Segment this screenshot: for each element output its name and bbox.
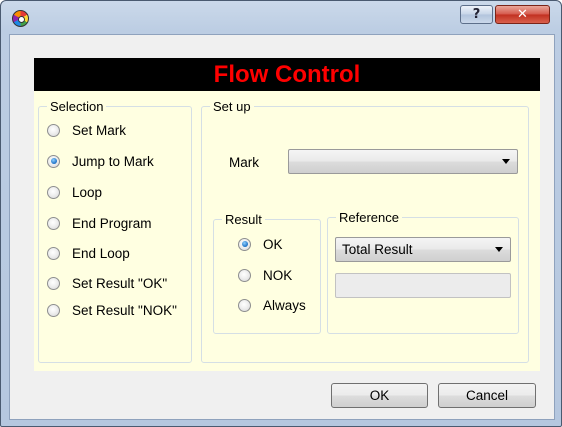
radio-label: NOK [263,267,293,283]
dialog-window: ? ✕ Flow Control Selection Set Mark Jump… [0,0,562,427]
reference-dropdown-value: Total Result [342,242,413,257]
mark-label: Mark [229,155,259,170]
radio-end-program[interactable]: End Program [47,214,152,232]
radio-button[interactable] [47,303,60,317]
title-bar[interactable]: ? ✕ [1,1,561,34]
reference-text-field[interactable] [335,273,511,298]
setup-group: Set up Mark Result OK NOK Always Referen… [201,99,529,363]
radio-label: Set Result "OK" [72,275,168,291]
radio-button[interactable] [47,185,60,199]
reference-group: Reference Total Result [327,210,519,334]
reference-group-title: Reference [336,210,402,225]
selection-group-title: Selection [47,99,107,114]
radio-button[interactable] [238,237,251,251]
result-group: Result OK NOK Always [213,212,321,334]
radio-button[interactable] [47,276,60,290]
selection-group: Selection Set Mark Jump to Mark Loop End… [38,99,192,363]
radio-result-always[interactable]: Always [238,296,306,314]
setup-group-title: Set up [210,99,254,114]
radio-jump-to-mark[interactable]: Jump to Mark [47,152,154,170]
result-group-title: Result [222,212,265,227]
app-icon[interactable] [12,10,29,27]
content-panel: Selection Set Mark Jump to Mark Loop End… [34,91,540,371]
chevron-down-icon [495,247,503,252]
radio-button[interactable] [238,268,251,282]
radio-button[interactable] [238,298,251,312]
help-button[interactable]: ? [460,5,493,24]
client-area: Flow Control Selection Set Mark Jump to … [9,34,555,420]
page-title: Flow Control [34,58,540,91]
close-button[interactable]: ✕ [495,5,550,24]
mark-dropdown[interactable] [288,149,518,174]
radio-button[interactable] [47,154,60,168]
cancel-button[interactable]: Cancel [438,383,536,408]
ok-button[interactable]: OK [331,383,428,408]
radio-label: Set Mark [72,122,127,138]
radio-button[interactable] [47,216,60,230]
radio-result-ok[interactable]: OK [238,235,283,253]
radio-loop[interactable]: Loop [47,183,102,201]
radio-label: OK [263,236,283,252]
radio-label: End Program [72,215,152,231]
radio-set-mark[interactable]: Set Mark [47,121,126,139]
radio-button[interactable] [47,246,60,260]
radio-label: Jump to Mark [72,153,154,169]
reference-dropdown[interactable]: Total Result [335,237,511,262]
radio-label: Always [263,297,306,313]
radio-label: End Loop [72,245,130,261]
radio-button[interactable] [47,123,60,137]
radio-set-result-nok[interactable]: Set Result "NOK" [47,301,177,319]
chevron-down-icon [502,159,510,164]
radio-result-nok[interactable]: NOK [238,266,292,284]
radio-end-loop[interactable]: End Loop [47,244,130,262]
radio-label: Set Result "NOK" [72,302,177,318]
radio-label: Loop [72,184,103,200]
radio-set-result-ok[interactable]: Set Result "OK" [47,274,167,292]
